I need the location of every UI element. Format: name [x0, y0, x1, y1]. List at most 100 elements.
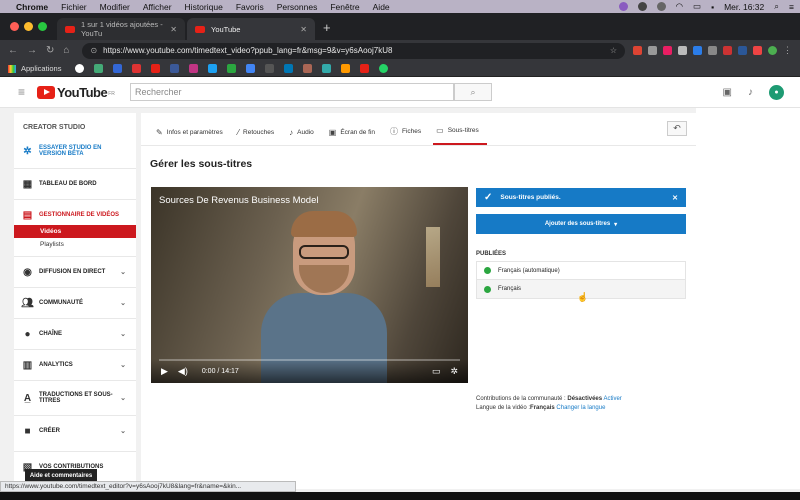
menu-fichier[interactable]: Fichier — [61, 2, 87, 12]
sidebar-item-video-manager[interactable]: ▤ GESTIONNAIRE DE VIDÉOS — [14, 205, 136, 225]
pinterest-icon[interactable] — [663, 46, 672, 55]
video-player[interactable]: Sources De Revenus Business Model ▶ ◀) 0… — [151, 187, 468, 383]
settings-gear-icon[interactable]: ✲ — [450, 366, 458, 377]
language-row[interactable]: Français (automatique) — [476, 261, 686, 280]
reload-icon[interactable]: ↻ — [46, 45, 54, 56]
search-button[interactable]: ⌕ — [454, 83, 492, 101]
tab-subtitles[interactable]: ▭ Sous-titres — [433, 126, 487, 145]
hamburger-menu-icon[interactable]: ≡ — [18, 85, 25, 99]
google-bookmark-icon[interactable] — [75, 64, 85, 73]
extension-icon[interactable] — [648, 46, 657, 55]
menu-personnes[interactable]: Personnes — [277, 2, 318, 12]
youtube-logo[interactable]: YouTube FR — [37, 85, 115, 100]
extension-icon[interactable] — [678, 46, 687, 55]
sidebar-item-community[interactable]: 👥︎ COMMUNAUTÉ ⌄ — [14, 293, 136, 313]
browser-tab-bar: 1 sur 1 vidéos ajoutées - YouTu ✕ YouTub… — [0, 13, 800, 40]
browser-tab[interactable]: 1 sur 1 vidéos ajoutées - YouTu ✕ — [57, 18, 185, 40]
close-tab-icon[interactable]: ✕ — [300, 25, 307, 34]
play-icon[interactable]: ▶ — [161, 366, 168, 377]
sidebar-item-translations[interactable]: A̲ TRADUCTIONS ET SOUS-TITRES ⌄ — [14, 386, 136, 410]
volume-icon[interactable]: ◀) — [178, 366, 188, 377]
sidebar-subitem-playlists[interactable]: Playlists — [14, 238, 136, 251]
bookmark-icon[interactable] — [132, 64, 142, 73]
extension-icon[interactable] — [753, 46, 762, 55]
tab-end-screen[interactable]: ▣ Écran de fin — [326, 128, 383, 145]
bookmark-icon[interactable] — [303, 64, 313, 73]
upload-video-icon[interactable]: ▣ — [723, 87, 732, 98]
sidebar-item-live[interactable]: ◉ DIFFUSION EN DIRECT ⌄ — [14, 262, 136, 282]
more-vert-icon[interactable]: ⋮ — [783, 46, 792, 55]
whatsapp-bookmark-icon[interactable] — [379, 64, 389, 73]
extension-icon[interactable] — [708, 46, 717, 55]
tab-cards[interactable]: ⓘ Fiches — [387, 126, 429, 145]
home-icon[interactable]: ⌂ — [63, 45, 69, 56]
forward-arrow-icon[interactable]: → — [27, 45, 37, 56]
bookmark-icon[interactable] — [341, 64, 351, 73]
sidebar-item-analytics[interactable]: ▥ ANALYTICS ⌄ — [14, 355, 136, 375]
status-app-icon[interactable] — [656, 2, 666, 11]
apps-bookmark[interactable]: Applications — [8, 64, 61, 73]
back-button[interactable]: ↶ — [667, 121, 687, 136]
search-icon[interactable]: ⌕ — [774, 1, 779, 12]
published-status-dot — [484, 285, 491, 293]
sidebar-item-dashboard[interactable]: ▦ TABLEAU DE BORD — [14, 174, 136, 194]
extension-icon[interactable] — [693, 46, 702, 55]
battery-icon[interactable]: ▭ — [693, 1, 701, 12]
close-tab-icon[interactable]: ✕ — [170, 25, 177, 34]
new-tab-button[interactable]: + — [317, 20, 339, 40]
clock[interactable]: Mer. 16:32 — [724, 2, 764, 12]
bookmark-icon[interactable] — [227, 64, 237, 73]
tab-audio[interactable]: ♪ Audio — [286, 128, 322, 145]
menu-historique[interactable]: Historique — [185, 2, 223, 12]
extension-icon[interactable] — [633, 46, 642, 55]
bookmark-icon[interactable] — [265, 64, 275, 73]
bookmark-icon[interactable] — [94, 64, 104, 73]
star-icon[interactable]: ☆ — [610, 46, 617, 55]
close-window-button[interactable] — [10, 22, 19, 31]
status-app-icon[interactable] — [637, 2, 647, 11]
flag-icon[interactable]: ▪ — [711, 2, 714, 12]
tab-enhancements[interactable]: ⁄ Retouches — [235, 128, 282, 145]
bookmark-icon[interactable] — [322, 64, 332, 73]
sidebar-subitem-videos[interactable]: Vidéos — [14, 225, 136, 238]
menu-app-name[interactable]: Chrome — [16, 2, 48, 12]
bookmark-icon[interactable] — [246, 64, 256, 73]
tab-info-settings[interactable]: ✎ Infos et paramètres — [153, 128, 231, 145]
close-icon[interactable]: ✕ — [672, 194, 678, 202]
change-language-link[interactable]: Changer la langue — [556, 405, 605, 411]
status-app-icon[interactable] — [618, 2, 628, 11]
enable-contributions-link[interactable]: Activer — [603, 396, 621, 402]
back-arrow-icon[interactable]: ← — [8, 45, 18, 56]
notifications-bell-icon[interactable]: ♪ — [748, 87, 753, 98]
extension-icon[interactable] — [723, 46, 732, 55]
sidebar-item-beta[interactable]: ✲ ESSAYER STUDIO EN VERSION BÊTA — [14, 139, 136, 163]
profile-avatar-icon[interactable] — [768, 46, 777, 55]
sidebar-item-channel[interactable]: ● CHAÎNE ⌄ — [14, 324, 136, 344]
menu-favoris[interactable]: Favoris — [236, 2, 264, 12]
progress-bar[interactable] — [159, 359, 460, 361]
sidebar-item-create[interactable]: ■ CRÉER ⌄ — [14, 421, 136, 441]
instagram-bookmark-icon[interactable] — [189, 64, 199, 73]
wifi-icon[interactable]: ◠ — [676, 1, 683, 12]
menu-aide[interactable]: Aide — [373, 2, 390, 12]
menu-modifier[interactable]: Modifier — [100, 2, 130, 12]
add-subtitles-button[interactable]: Ajouter des sous-titres ▾ — [476, 214, 686, 234]
menu-fenetre[interactable]: Fenêtre — [330, 2, 359, 12]
minimize-window-button[interactable] — [24, 22, 33, 31]
sidebar-item-label: TABLEAU DE BORD — [39, 181, 97, 187]
word-icon[interactable] — [738, 46, 747, 55]
search-input[interactable]: Rechercher — [130, 83, 454, 101]
subtitles-toggle-icon[interactable]: ▭ — [432, 366, 441, 377]
facebook-bookmark-icon[interactable] — [170, 64, 180, 73]
menu-list-icon[interactable]: ≡ — [789, 2, 794, 12]
browser-tab-active[interactable]: YouTube ✕ — [187, 18, 315, 40]
url-bar[interactable]: ⊙ https://www.youtube.com/timedtext_vide… — [82, 42, 625, 59]
linkedin-bookmark-icon[interactable] — [284, 64, 294, 73]
bookmark-icon[interactable] — [113, 64, 123, 73]
youtube-bookmark-icon[interactable] — [151, 64, 161, 73]
bookmark-icon[interactable] — [360, 64, 370, 73]
account-avatar[interactable]: ● — [769, 85, 784, 100]
twitter-bookmark-icon[interactable] — [208, 64, 218, 73]
maximize-window-button[interactable] — [38, 22, 47, 31]
menu-afficher[interactable]: Afficher — [143, 2, 172, 12]
